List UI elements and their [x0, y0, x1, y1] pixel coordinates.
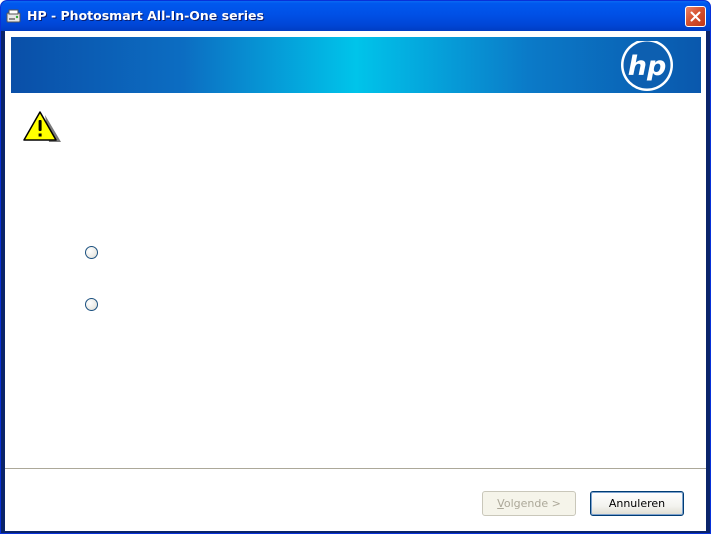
option-radio-1[interactable] — [85, 246, 98, 259]
footer-separator — [5, 468, 706, 470]
window-title: HP - Photosmart All-In-One series — [27, 8, 264, 23]
next-hotkey: V — [497, 497, 504, 510]
svg-text:hp: hp — [628, 51, 667, 82]
title-bar[interactable]: HP - Photosmart All-In-One series — [1, 1, 710, 31]
hp-setup-icon[interactable] — [6, 8, 22, 24]
warning-icon — [23, 109, 63, 145]
next-button[interactable]: Volgende > — [482, 491, 576, 516]
hp-banner: hp — [11, 37, 701, 93]
close-icon — [690, 11, 701, 22]
cancel-button[interactable]: Annuleren — [590, 491, 684, 516]
next-label: olgende > — [503, 497, 561, 510]
dialog-window: HP - Photosmart All-In-One series hp Vol… — [0, 0, 711, 534]
option-radio-2[interactable] — [85, 298, 98, 311]
close-button[interactable] — [685, 6, 706, 27]
hp-logo: hp — [621, 41, 673, 91]
dialog-client-area: hp Volgende > Annuleren — [5, 31, 706, 531]
